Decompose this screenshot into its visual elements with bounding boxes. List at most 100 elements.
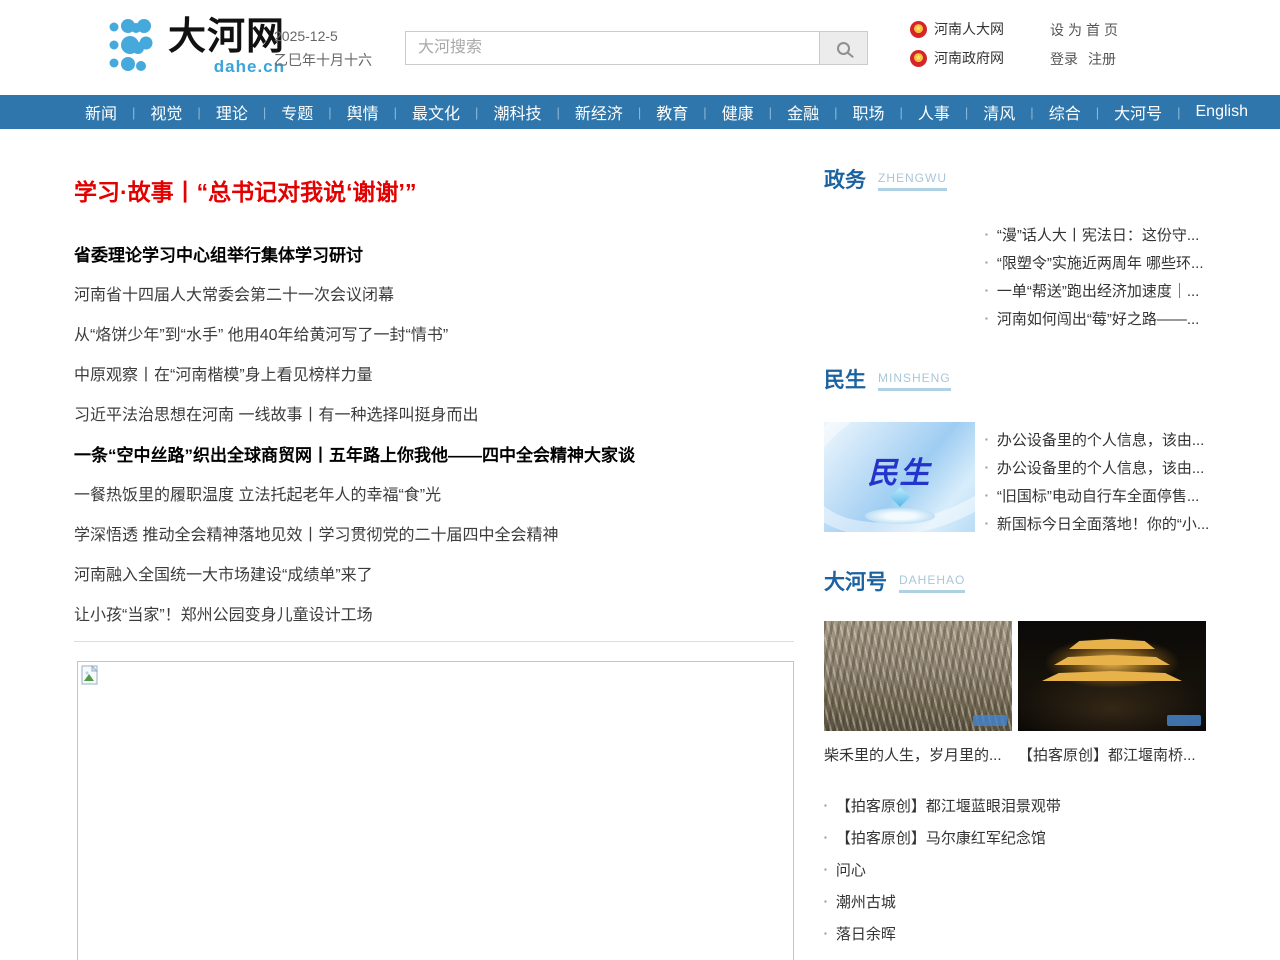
- nav-item-qingfeng[interactable]: 清风: [968, 100, 1030, 124]
- nav-item-career[interactable]: 职场: [837, 100, 899, 124]
- register-link[interactable]: 注册: [1088, 49, 1116, 67]
- nav-item-education[interactable]: 教育: [641, 100, 703, 124]
- gov-links: ★ 河南人大网 ★ 河南政府网: [910, 20, 1004, 78]
- nav-item-news[interactable]: 新闻: [70, 100, 132, 124]
- quick-links: 设为首页 登录 注册: [1050, 20, 1122, 78]
- nav-item-tech[interactable]: 潮科技: [478, 100, 556, 124]
- logo-dots-icon: [108, 18, 162, 74]
- nav-item-theory[interactable]: 理论: [201, 100, 263, 124]
- nav-item-culture[interactable]: 最文化: [397, 100, 475, 124]
- photo-caption[interactable]: 柴禾里的人生，岁月里的...: [824, 744, 1012, 765]
- photo-caption[interactable]: 【拍客原创】都江堰南桥...: [1018, 744, 1206, 765]
- watermark-logo: [973, 715, 1007, 726]
- search-input[interactable]: [406, 32, 819, 64]
- date-lunar: 乙巳年十月十六: [274, 48, 372, 72]
- nav-item-yuqing[interactable]: 舆情: [332, 100, 394, 124]
- logo-title: 大河网: [168, 18, 285, 56]
- dahehao-photo-firewood[interactable]: [824, 621, 1012, 731]
- list-item[interactable]: ▪ 【拍客原创】都江堰蓝眼泪景观带: [824, 789, 1206, 821]
- headline-list: 省委理论学习中心组举行集体学习研讨 河南省十四届人大常委会第二十一次会议闭幕 从…: [74, 241, 794, 641]
- list-item[interactable]: ▪ “限塑令”实施近两周年 哪些环...: [985, 248, 1206, 276]
- dahehao-photo-nanqiao[interactable]: [1018, 621, 1206, 731]
- date-gregorian: 2025-12-5: [274, 24, 372, 48]
- site-header: 大河网 dahe.cn 2025-12-5 乙巳年十月十六 ★ 河南人大网 ★ …: [0, 0, 1280, 95]
- bullet-icon: ▪: [824, 865, 827, 874]
- list-item[interactable]: ▪新国标今日全面落地！你的“小...: [985, 509, 1209, 537]
- nav-item-finance[interactable]: 金融: [772, 100, 834, 124]
- login-link[interactable]: 登录: [1050, 49, 1078, 67]
- main-content: 学习·故事丨“总书记对我说‘谢谢’” 省委理论学习中心组举行集体学习研讨 河南省…: [74, 129, 1206, 960]
- headline-item[interactable]: 一条“空中丝路”织出全球商贸网丨五年路上你我他——四中全会精神大家谈: [74, 441, 794, 481]
- bullet-icon: ▪: [985, 230, 988, 239]
- list-item[interactable]: ▪“漫”话人大丨宪法日：这份守...: [985, 220, 1206, 248]
- nav-item-special[interactable]: 专题: [266, 100, 328, 124]
- list-item[interactable]: ▪一单“帮送”跑出经济加速度｜...: [985, 276, 1206, 304]
- list-item[interactable]: ▪【拍客原创】马尔康红军纪念馆: [824, 821, 1206, 853]
- link-label: 【拍客原创】都江堰蓝眼泪景观带: [836, 795, 1061, 816]
- headline-item[interactable]: 从“烙饼少年”到“水手” 他用40年给黄河写了一封“情书”: [74, 321, 794, 361]
- headline-item[interactable]: 学深悟透 推动全会精神落地见效丨学习贯彻党的二十届四中全会精神: [74, 521, 794, 561]
- section-title-minsheng[interactable]: 民生: [824, 370, 866, 391]
- bullet-icon: ▪: [985, 286, 988, 295]
- logo-subtitle: dahe.cn: [168, 58, 285, 75]
- nav-item-health[interactable]: 健康: [707, 100, 769, 124]
- headline-item[interactable]: 省委理论学习中心组举行集体学习研讨: [74, 241, 794, 281]
- bullet-icon: ▪: [824, 801, 827, 810]
- link-label: 河南如何闯出“莓”好之路——...: [997, 308, 1200, 329]
- link-label: 办公设备里的个人信息，该由...: [997, 429, 1205, 450]
- bullet-icon: ▪: [824, 833, 827, 842]
- list-item[interactable]: ▪办公设备里的个人信息，该由...: [985, 453, 1209, 481]
- section-subtitle-dahehao: DAHEHAO: [899, 571, 965, 593]
- temple-roof-graphic: [1069, 639, 1155, 649]
- section-subtitle-zhengwu: ZHENGWU: [878, 169, 947, 191]
- headline-item[interactable]: 河南融入全国统一大市场建设“成绩单”来了: [74, 561, 794, 601]
- link-label: 办公设备里的个人信息，该由...: [997, 457, 1205, 478]
- nav-item-visual[interactable]: 视觉: [135, 100, 197, 124]
- list-item[interactable]: ▪落日余晖: [824, 917, 1206, 949]
- section-dahehao: 大河号 DAHEHAO 柴禾里的人生，岁月里的... 【拍客原创】都江堰南桥..…: [824, 571, 1206, 949]
- headline-item[interactable]: 习近平法治思想在河南 一线故事丨有一种选择叫挺身而出: [74, 401, 794, 441]
- link-label: “限塑令”实施近两周年 哪些环...: [997, 252, 1204, 273]
- headline-item[interactable]: 一餐热饭里的履职温度 立法托起老年人的幸福“食”光: [74, 481, 794, 521]
- section-title-dahehao[interactable]: 大河号: [824, 572, 887, 593]
- list-item[interactable]: ▪“旧国标”电动自行车全面停售...: [985, 481, 1209, 509]
- minsheng-thumbnail[interactable]: 民生: [824, 422, 975, 532]
- nav-item-dahehao[interactable]: 大河号: [1099, 100, 1177, 124]
- site-logo[interactable]: 大河网 dahe.cn: [108, 18, 285, 75]
- nav-item-economy[interactable]: 新经济: [560, 100, 638, 124]
- list-item[interactable]: ▪河南如何闯出“莓”好之路——...: [985, 304, 1206, 332]
- list-item[interactable]: ▪ 办公设备里的个人信息，该由...: [985, 425, 1209, 453]
- national-emblem-icon: ★: [910, 21, 927, 38]
- bullet-icon: ▪: [985, 258, 988, 267]
- section-zhengwu: 政务 ZHENGWU ▪“漫”话人大丨宪法日：这份守... ▪ “限塑令”实施近两…: [824, 169, 1206, 332]
- headline-item[interactable]: 河南省十四届人大常委会第二十一次会议闭幕: [74, 281, 794, 321]
- nav-item-renshi[interactable]: 人事: [903, 100, 965, 124]
- top-story-headline[interactable]: 学习·故事丨“总书记对我说‘谢谢’”: [74, 173, 794, 207]
- minsheng-link-list: ▪办公设备里的个人信息，该由... ▪办公设备里的个人信息，该由... ▪“旧国…: [985, 425, 1209, 537]
- main-nav: 新闻| 视觉| 理论| 专题| 舆情| 最文化| 潮科技| 新经济| 教育| 健…: [0, 95, 1280, 129]
- gov-link-renda[interactable]: ★ 河南人大网: [910, 20, 1004, 38]
- divider: [74, 641, 794, 642]
- article-image-placeholder: [77, 661, 794, 960]
- broken-image-icon: [81, 665, 101, 685]
- headline-item[interactable]: 让小孩“当家”！郑州公园变身儿童设计工场: [74, 601, 794, 641]
- bullet-icon: ▪: [824, 897, 827, 906]
- list-item[interactable]: ▪问心: [824, 853, 1206, 885]
- set-home-link[interactable]: 设为首页: [1050, 20, 1122, 38]
- search-button[interactable]: [819, 32, 867, 64]
- gov-link-zhengfu[interactable]: ★ 河南政府网: [910, 49, 1004, 67]
- bullet-icon: ▪: [985, 435, 988, 444]
- date-block: 2025-12-5 乙巳年十月十六: [274, 24, 372, 72]
- headline-item[interactable]: 中原观察丨在“河南楷模”身上看见榜样力量: [74, 361, 794, 401]
- section-title-zhengwu[interactable]: 政务: [824, 170, 866, 191]
- zhengwu-link-list: ▪“漫”话人大丨宪法日：这份守... ▪ “限塑令”实施近两周年 哪些环... ▪…: [985, 220, 1206, 332]
- dahehao-link-list: ▪ 【拍客原创】都江堰蓝眼泪景观带 ▪【拍客原创】马尔康红军纪念馆 ▪问心 ▪潮州…: [824, 789, 1206, 949]
- search-bar: [405, 31, 868, 65]
- link-label: 落日余晖: [836, 923, 896, 944]
- gov-link-label: 河南政府网: [934, 48, 1004, 68]
- nav-item-english[interactable]: English: [1181, 103, 1263, 121]
- headline-column: 学习·故事丨“总书记对我说‘谢谢’” 省委理论学习中心组举行集体学习研讨 河南省…: [74, 129, 794, 960]
- sidebar: 政务 ZHENGWU ▪“漫”话人大丨宪法日：这份守... ▪ “限塑令”实施近两…: [824, 129, 1206, 960]
- list-item[interactable]: ▪潮州古城: [824, 885, 1206, 917]
- nav-item-zonghe[interactable]: 综合: [1034, 100, 1096, 124]
